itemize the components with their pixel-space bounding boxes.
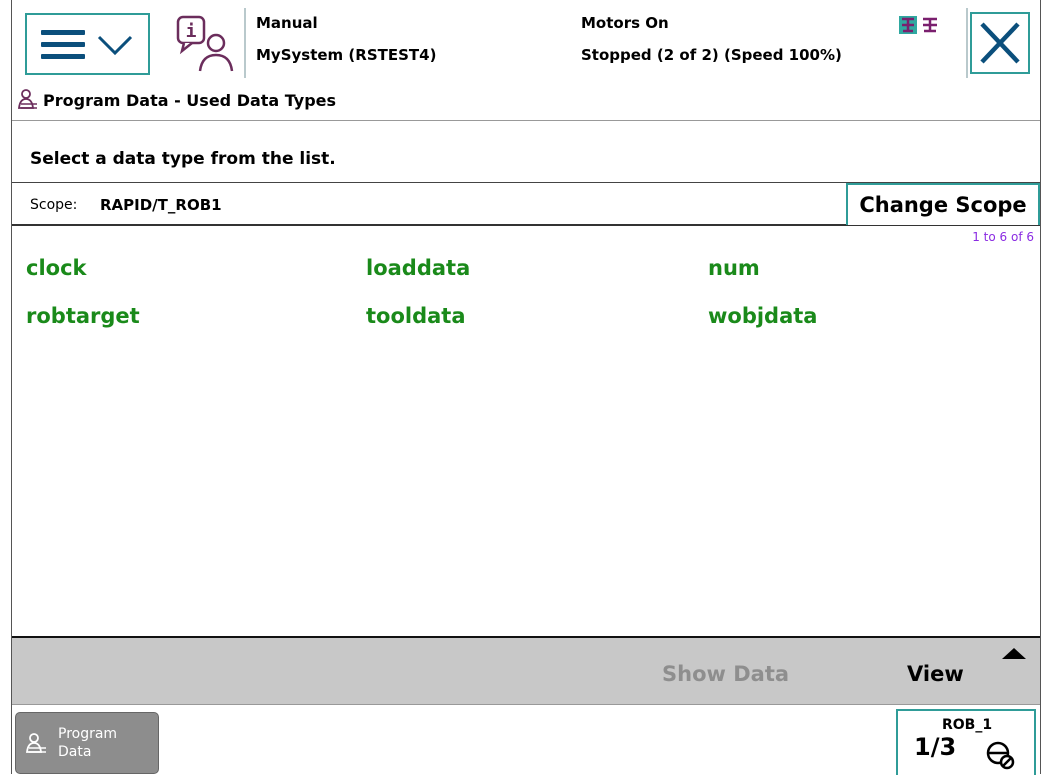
abb-menu-button[interactable] — [25, 13, 150, 75]
command-bar: Show Data View — [12, 636, 1040, 704]
show-data-button[interactable]: Show Data — [662, 662, 789, 686]
data-type-item[interactable]: wobjdata — [708, 304, 817, 328]
svg-text:i: i — [186, 21, 197, 42]
taskbar-program-data-button[interactable]: Program Data — [15, 712, 159, 774]
mechanical-unit-status-icon — [899, 16, 937, 34]
arrow-up-icon[interactable] — [1002, 648, 1026, 659]
scope-label: Scope: — [30, 197, 78, 213]
event-log-info-icon[interactable]: i — [172, 13, 240, 75]
system-name: MySystem (RSTEST4) — [256, 46, 437, 64]
close-icon — [980, 22, 1020, 64]
page-title: Program Data - Used Data Types — [43, 91, 337, 110]
status-bar[interactable]: Manual MySystem (RSTEST4) Motors On Stop… — [244, 8, 968, 78]
view-title-bar: Program Data - Used Data Types — [12, 82, 1040, 121]
view-menu-button[interactable]: View — [907, 662, 964, 686]
data-type-item[interactable]: loaddata — [366, 256, 470, 280]
close-button[interactable] — [970, 12, 1030, 74]
program-state: Stopped (2 of 2) (Speed 100%) — [581, 46, 842, 64]
robot-tool-icon — [986, 741, 1015, 770]
motors-state: Motors On — [581, 14, 669, 32]
hamburger-menu-icon — [41, 30, 85, 60]
mechanical-unit-label: ROB_1 — [942, 717, 993, 733]
flexpendant-window: i Manual MySystem (RSTEST4) Motors On St… — [11, 0, 1041, 775]
program-data-icon — [17, 89, 37, 109]
data-type-item[interactable]: robtarget — [26, 304, 140, 328]
taskbar: Program Data ROB_1 1/3 — [12, 704, 1040, 775]
chevron-down-icon — [97, 35, 133, 56]
quickset-mechanical-unit-button[interactable]: ROB_1 1/3 — [896, 709, 1036, 775]
scope-row: Scope: RAPID/T_ROB1 Change Scope — [12, 182, 1040, 226]
increment-fraction: 1/3 — [914, 733, 957, 761]
operating-mode: Manual — [256, 14, 318, 32]
data-type-item[interactable]: clock — [26, 256, 87, 280]
scope-value: RAPID/T_ROB1 — [100, 196, 222, 214]
list-pager: 1 to 6 of 6 — [972, 230, 1034, 244]
top-bar: i Manual MySystem (RSTEST4) Motors On St… — [12, 0, 1040, 82]
change-scope-button[interactable]: Change Scope — [846, 183, 1040, 225]
data-type-item[interactable]: tooldata — [366, 304, 466, 328]
data-type-list: 1 to 6 of 6 clock loaddata num robtarget… — [12, 226, 1040, 636]
data-type-item[interactable]: num — [708, 256, 760, 280]
program-data-icon — [25, 733, 46, 753]
taskbar-label: Program Data — [58, 726, 118, 760]
instruction-text: Select a data type from the list. — [30, 149, 336, 169]
